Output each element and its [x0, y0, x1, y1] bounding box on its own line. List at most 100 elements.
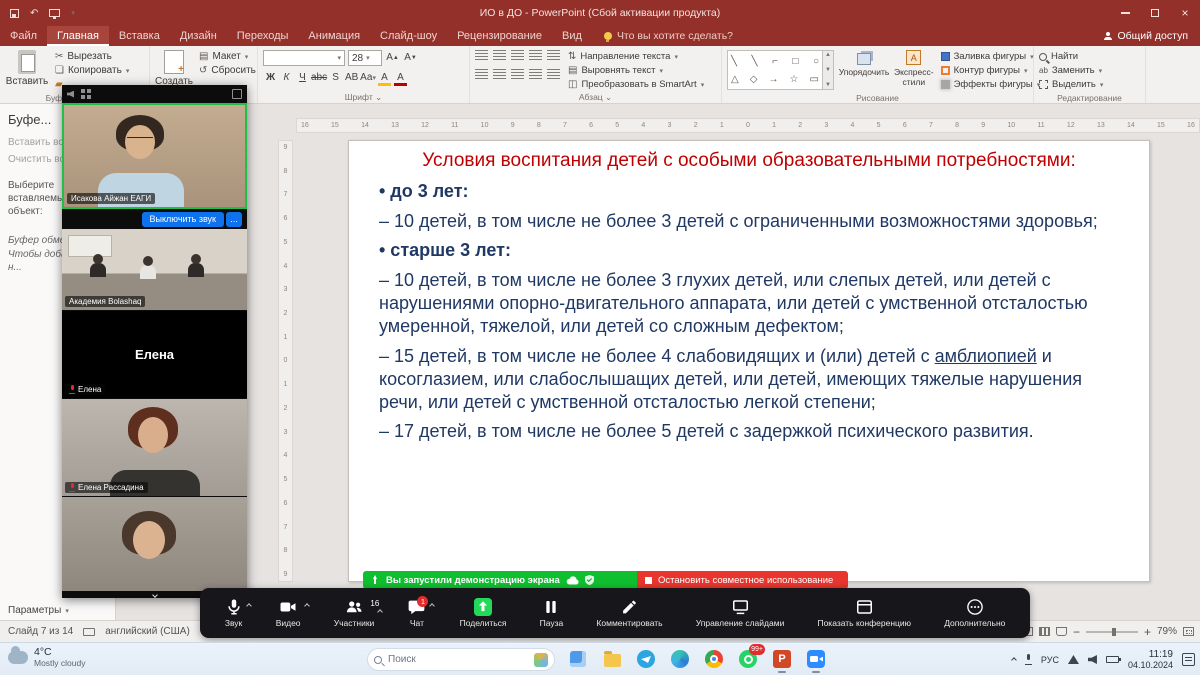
slide-control-button[interactable]: Управление слайдами — [692, 598, 789, 628]
chevron-up-icon[interactable] — [246, 603, 252, 609]
shape-oval-icon[interactable]: ○ — [813, 56, 819, 67]
tab-animation[interactable]: Анимация — [298, 26, 370, 46]
video-tile[interactable]: Академия Bolashaq — [62, 229, 247, 311]
taskbar-search[interactable]: Поиск — [367, 648, 555, 671]
char-spacing-button[interactable]: АВ — [344, 70, 359, 85]
tab-insert[interactable]: Вставка — [109, 26, 170, 46]
minimize-button[interactable] — [1110, 0, 1140, 26]
battery-icon[interactable] — [1106, 656, 1119, 663]
hidden-icons-chevron[interactable] — [1011, 657, 1017, 663]
zoom-out-button[interactable]: − — [1073, 625, 1080, 639]
vertical-ruler[interactable]: 9876543210123456789 — [278, 140, 293, 582]
zoom-level[interactable]: 79% — [1157, 626, 1177, 637]
arrange-button[interactable]: Упорядочить — [841, 50, 887, 91]
increase-font-icon[interactable]: А▲ — [385, 50, 400, 65]
save-icon[interactable] — [10, 9, 19, 18]
shape-line2-icon[interactable]: ╲ — [752, 56, 758, 67]
fit-slide-button[interactable] — [1183, 627, 1194, 636]
align-center-icon[interactable] — [493, 69, 506, 79]
participants-button[interactable]: 16 Участники — [330, 598, 379, 628]
numbering-icon[interactable] — [493, 50, 506, 60]
tab-view[interactable]: Вид — [552, 26, 592, 46]
underline-button[interactable]: Ч — [295, 70, 310, 85]
tab-home[interactable]: Главная — [47, 26, 109, 46]
shape-gallery[interactable]: ╲╲⌐□○ △◇→☆▭ — [727, 50, 823, 90]
font-color-button[interactable]: А — [393, 70, 408, 85]
quick-styles-button[interactable]: А Экспресс-стили — [894, 50, 934, 91]
shape-triangle-icon[interactable]: △ — [731, 74, 739, 85]
decrease-font-icon[interactable]: А▼ — [403, 50, 418, 65]
font-size-combo[interactable]: 28▾ — [348, 50, 382, 66]
slideshow-start-icon[interactable] — [49, 9, 60, 17]
justify-icon[interactable] — [529, 69, 542, 79]
smartart-button[interactable]: ◫Преобразовать в SmartArt▾ — [568, 79, 704, 90]
decrease-indent-icon[interactable] — [511, 50, 524, 60]
columns-icon[interactable] — [547, 69, 560, 79]
increase-indent-icon[interactable] — [529, 50, 542, 60]
reading-view-icon[interactable] — [1056, 627, 1067, 636]
shape-effects-button[interactable]: Эффекты фигуры▾ — [941, 79, 1041, 90]
tab-design[interactable]: Дизайн — [170, 26, 227, 46]
shape-rect2-icon[interactable]: ▭ — [810, 74, 819, 85]
text-shadow-button[interactable]: S — [328, 70, 343, 85]
align-left-icon[interactable] — [475, 69, 488, 79]
speaker-view-icon[interactable] — [67, 91, 74, 98]
zoom-slider[interactable] — [1086, 631, 1138, 633]
qat-customize-icon[interactable]: ▾ — [71, 9, 75, 17]
video-tile[interactable]: Исакова Айжан ЕАГИ — [62, 103, 247, 209]
font-name-combo[interactable]: ▾ — [263, 50, 345, 66]
zoom-in-button[interactable]: + — [1144, 625, 1151, 639]
chrome-button[interactable] — [701, 646, 727, 672]
powerpoint-button[interactable]: P — [769, 646, 795, 672]
telegram-button[interactable] — [633, 646, 659, 672]
replace-button[interactable]: abЗаменить▾ — [1039, 65, 1140, 76]
pause-share-button[interactable]: Пауза — [536, 598, 568, 628]
more-button[interactable]: Дополнительно — [940, 598, 1009, 628]
volume-icon[interactable] — [1088, 655, 1097, 664]
video-button[interactable]: Видео — [272, 598, 305, 628]
video-tile[interactable]: Елена Елена — [62, 311, 247, 399]
cut-button[interactable]: ✂Вырезать — [55, 51, 129, 62]
find-button[interactable]: Найти — [1039, 51, 1140, 62]
tab-slideshow[interactable]: Слайд-шоу — [370, 26, 447, 46]
undo-icon[interactable]: ↶ — [30, 8, 38, 19]
copy-button[interactable]: ❏Копировать▾ — [55, 65, 129, 76]
chevron-up-icon[interactable] — [430, 603, 436, 609]
chat-button[interactable]: 1 Чат — [403, 598, 430, 628]
slide-sorter-icon[interactable] — [1039, 627, 1050, 636]
stop-share-button[interactable]: Остановить совместное использование — [637, 571, 848, 589]
notification-center-icon[interactable] — [1182, 653, 1195, 666]
more-options-button[interactable]: ... — [226, 212, 242, 227]
file-explorer-button[interactable] — [599, 646, 625, 672]
language-indicator[interactable]: английский (США) — [105, 626, 190, 637]
tell-me-search[interactable]: Что вы хотите сделать? — [604, 26, 733, 46]
whatsapp-button[interactable]: 99+ — [735, 646, 761, 672]
italic-button[interactable]: К — [279, 70, 294, 85]
shape-fill-button[interactable]: Заливка фигуры▾ — [941, 51, 1041, 62]
paste-button[interactable]: Вставить — [5, 50, 49, 91]
tab-review[interactable]: Рецензирование — [447, 26, 552, 46]
clipboard-options-button[interactable]: Параметры▾ — [8, 605, 69, 616]
shape-rect-icon[interactable]: □ — [792, 56, 798, 67]
network-icon[interactable] — [1068, 655, 1079, 664]
text-direction-button[interactable]: ⇅Направление текста▾ — [568, 51, 704, 62]
align-text-button[interactable]: ▤Выровнять текст▾ — [568, 65, 704, 76]
chevron-up-icon[interactable] — [377, 609, 383, 615]
gallery-view-icon[interactable] — [81, 89, 91, 99]
tab-transitions[interactable]: Переходы — [227, 26, 299, 46]
highlight-color-button[interactable]: А — [377, 70, 392, 85]
shape-arrow-icon[interactable]: → — [768, 74, 778, 85]
shape-diamond-icon[interactable]: ◇ — [750, 74, 758, 85]
line-spacing-icon[interactable] — [547, 50, 560, 60]
weather-widget[interactable]: 4°C Mostly cloudy — [8, 646, 86, 668]
shape-outline-button[interactable]: Контур фигуры▾ — [941, 65, 1041, 76]
edge-button[interactable] — [667, 646, 693, 672]
strikethrough-button[interactable]: abc — [311, 70, 327, 85]
shape-star-icon[interactable]: ☆ — [790, 74, 799, 85]
align-right-icon[interactable] — [511, 69, 524, 79]
fullscreen-icon[interactable] — [232, 89, 242, 99]
chevron-up-icon[interactable] — [304, 603, 310, 609]
keyboard-language[interactable]: РУС — [1041, 655, 1059, 665]
video-tile[interactable] — [62, 497, 247, 592]
restore-button[interactable] — [1140, 0, 1170, 26]
